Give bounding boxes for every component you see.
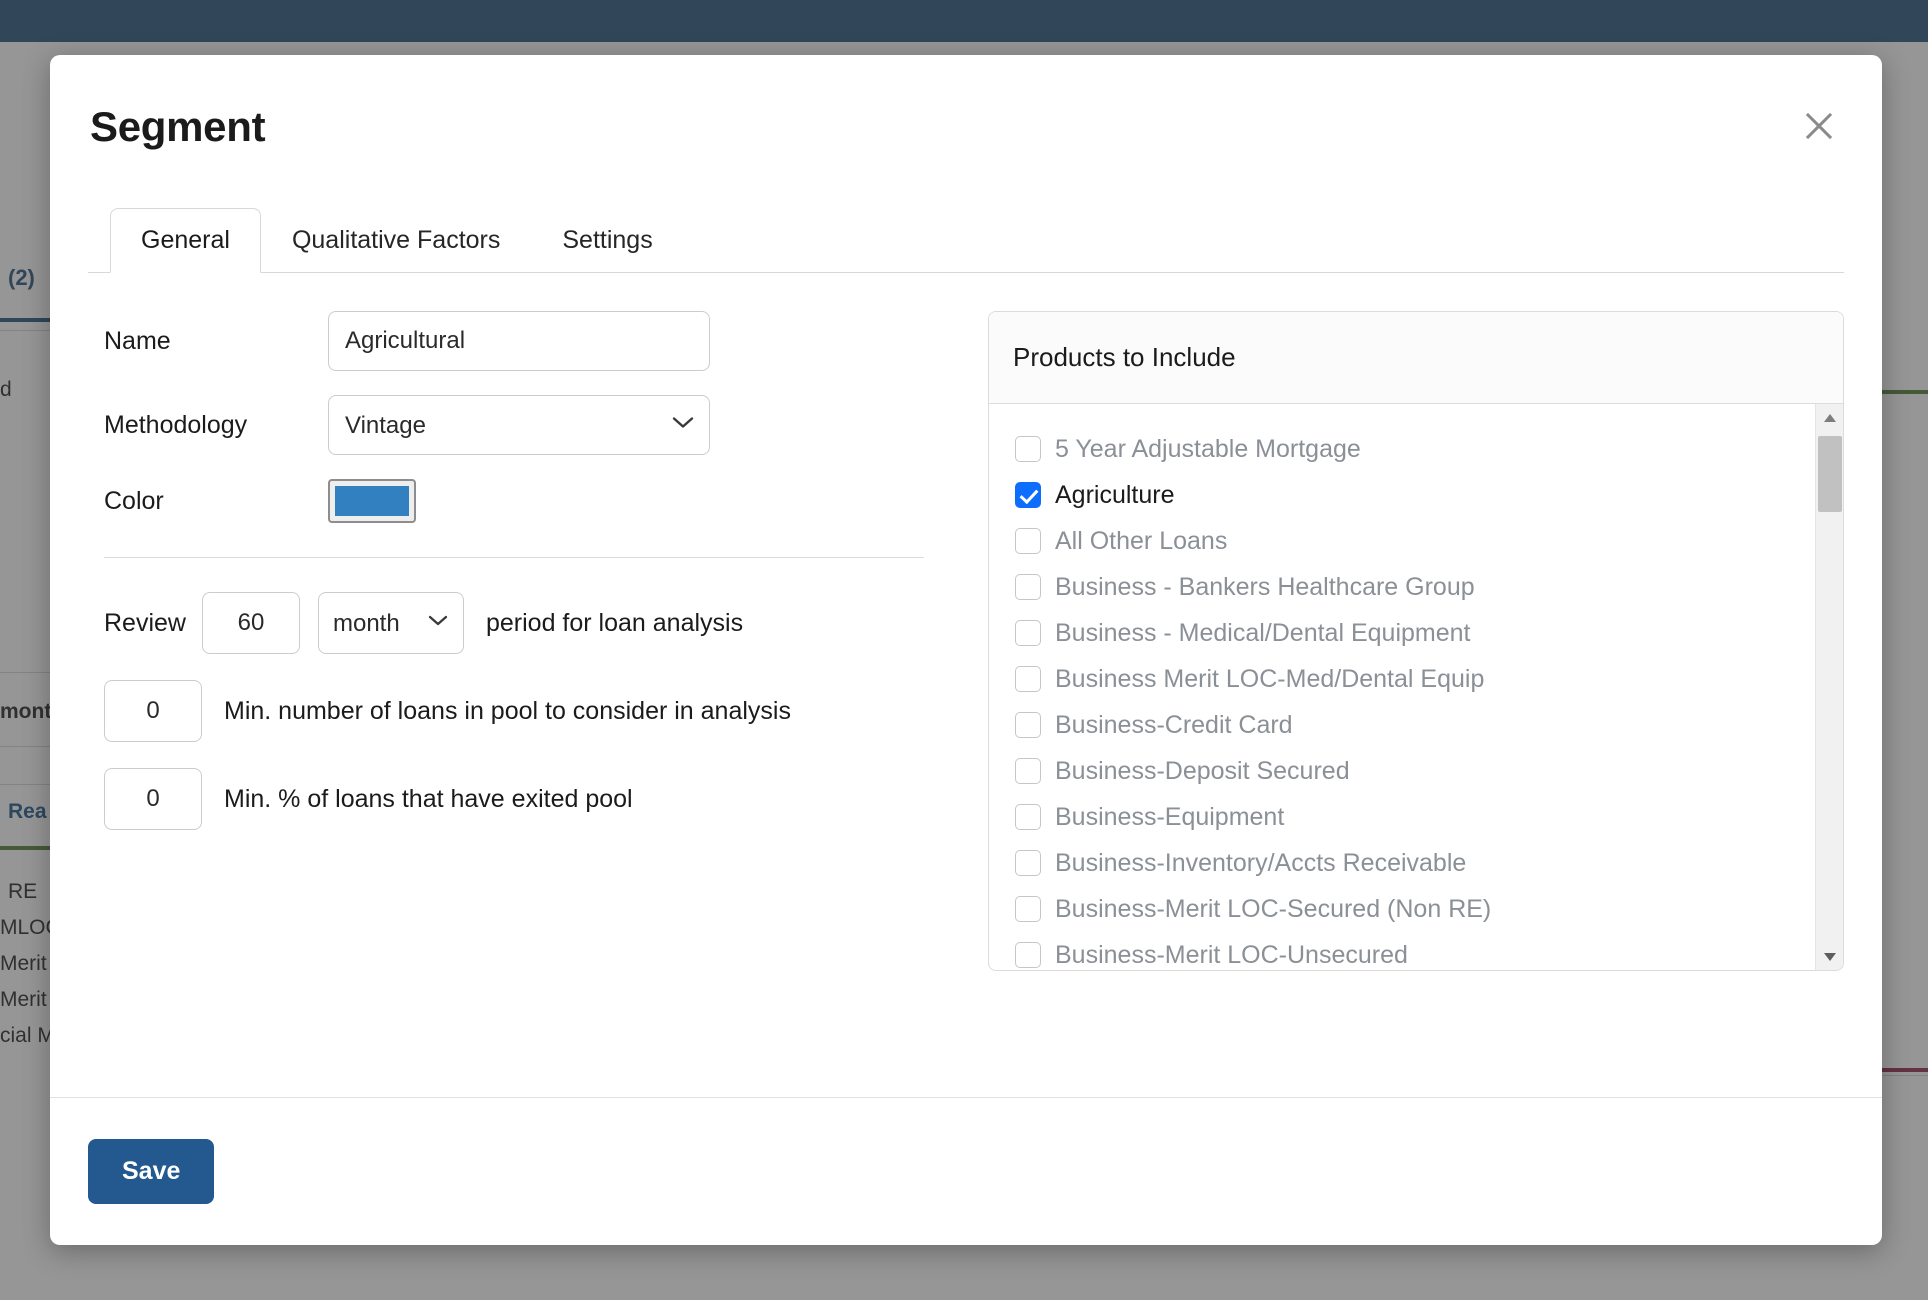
product-checkbox[interactable] bbox=[1015, 482, 1041, 508]
tab-settings[interactable]: Settings bbox=[531, 208, 683, 273]
product-label: Business - Medical/Dental Equipment bbox=[1055, 619, 1470, 648]
product-label: Business-Equipment bbox=[1055, 803, 1284, 832]
methodology-select[interactable]: Vintage bbox=[328, 395, 710, 455]
color-row: Color bbox=[88, 479, 908, 523]
modal-tabs-bar: GeneralQualitative FactorsSettings bbox=[88, 195, 1844, 273]
color-swatch-fill bbox=[335, 486, 409, 516]
product-list-item[interactable]: Business-Credit Card bbox=[1015, 702, 1843, 748]
general-form: Name Methodology Vintage Color bbox=[88, 311, 908, 856]
product-label: 5 Year Adjustable Mortgage bbox=[1055, 435, 1361, 464]
min-loans-label: Min. number of loans in pool to consider… bbox=[224, 697, 791, 726]
product-label: Business Merit LOC-Med/Dental Equip bbox=[1055, 665, 1484, 694]
close-icon-glyph bbox=[1804, 111, 1834, 141]
segment-modal: Segment GeneralQualitative FactorsSettin… bbox=[50, 55, 1882, 1245]
product-list-item[interactable]: All Other Loans bbox=[1015, 518, 1843, 564]
product-checkbox[interactable] bbox=[1015, 666, 1041, 692]
products-list-scrollbar[interactable] bbox=[1815, 404, 1843, 971]
product-checkbox[interactable] bbox=[1015, 436, 1041, 462]
modal-footer: Save bbox=[50, 1097, 1882, 1245]
caret-up-icon-glyph bbox=[1823, 413, 1837, 423]
tab-qualitative-factors[interactable]: Qualitative Factors bbox=[261, 208, 531, 273]
form-divider bbox=[104, 557, 924, 558]
products-panel-header: Products to Include bbox=[989, 312, 1843, 404]
product-checkbox[interactable] bbox=[1015, 528, 1041, 554]
product-label: Business-Credit Card bbox=[1055, 711, 1293, 740]
product-label: Agriculture bbox=[1055, 481, 1175, 510]
product-list-item[interactable]: Business-Merit LOC-Secured (Non RE) bbox=[1015, 886, 1843, 932]
modal-header: Segment bbox=[50, 55, 1882, 195]
min-exited-input[interactable] bbox=[104, 768, 202, 830]
review-suffix-label: period for loan analysis bbox=[486, 609, 743, 638]
close-icon[interactable] bbox=[1798, 105, 1840, 147]
product-checkbox[interactable] bbox=[1015, 896, 1041, 922]
review-label: Review bbox=[104, 609, 186, 638]
products-to-include-panel: Products to Include 5 Year Adjustable Mo… bbox=[988, 311, 1844, 971]
product-label: All Other Loans bbox=[1055, 527, 1227, 556]
min-exited-row: Min. % of loans that have exited pool bbox=[88, 768, 908, 830]
methodology-row: Methodology Vintage bbox=[88, 395, 908, 455]
product-checkbox[interactable] bbox=[1015, 620, 1041, 646]
product-list-item[interactable]: Business Merit LOC-Med/Dental Equip bbox=[1015, 656, 1843, 702]
modal-body: Name Methodology Vintage Color bbox=[50, 273, 1882, 1133]
min-exited-label: Min. % of loans that have exited pool bbox=[224, 785, 633, 814]
caret-down-icon[interactable] bbox=[1816, 943, 1844, 971]
product-list-item[interactable]: Business-Inventory/Accts Receivable bbox=[1015, 840, 1843, 886]
products-list-wrap: 5 Year Adjustable Mortgage Agriculture All… bbox=[989, 404, 1843, 971]
caret-up-icon[interactable] bbox=[1816, 404, 1844, 432]
product-label: Business-Inventory/Accts Receivable bbox=[1055, 849, 1466, 878]
product-checkbox[interactable] bbox=[1015, 850, 1041, 876]
scrollbar-thumb[interactable] bbox=[1818, 436, 1842, 512]
tab-general[interactable]: General bbox=[110, 208, 261, 273]
product-list-item[interactable]: Business-Merit LOC-Unsecured bbox=[1015, 932, 1843, 971]
name-label: Name bbox=[88, 327, 328, 356]
min-loans-input[interactable] bbox=[104, 680, 202, 742]
product-list-item[interactable]: Agriculture bbox=[1015, 472, 1843, 518]
product-checkbox[interactable] bbox=[1015, 942, 1041, 968]
products-list: 5 Year Adjustable Mortgage Agriculture All… bbox=[989, 404, 1843, 971]
caret-down-icon-glyph bbox=[1823, 952, 1837, 962]
product-label: Business-Deposit Secured bbox=[1055, 757, 1350, 786]
methodology-select-wrap: Vintage bbox=[328, 395, 710, 455]
min-loans-row: Min. number of loans in pool to consider… bbox=[88, 680, 908, 742]
product-list-item[interactable]: Business - Bankers Healthcare Group bbox=[1015, 564, 1843, 610]
product-list-item[interactable]: Business-Equipment bbox=[1015, 794, 1843, 840]
name-input[interactable] bbox=[328, 311, 710, 371]
review-unit-select[interactable]: month bbox=[318, 592, 464, 654]
methodology-label: Methodology bbox=[88, 411, 328, 440]
save-button[interactable]: Save bbox=[88, 1139, 214, 1204]
review-unit-select-wrap: month bbox=[318, 592, 464, 654]
product-label: Business - Bankers Healthcare Group bbox=[1055, 573, 1475, 602]
product-checkbox[interactable] bbox=[1015, 712, 1041, 738]
color-picker-button[interactable] bbox=[328, 479, 416, 523]
product-list-item[interactable]: 5 Year Adjustable Mortgage bbox=[1015, 426, 1843, 472]
product-checkbox[interactable] bbox=[1015, 804, 1041, 830]
product-label: Business-Merit LOC-Unsecured bbox=[1055, 941, 1408, 970]
color-label: Color bbox=[88, 487, 328, 516]
name-row: Name bbox=[88, 311, 908, 371]
product-list-item[interactable]: Business - Medical/Dental Equipment bbox=[1015, 610, 1843, 656]
page-title: Segment bbox=[90, 103, 265, 151]
product-checkbox[interactable] bbox=[1015, 574, 1041, 600]
product-label: Business-Merit LOC-Secured (Non RE) bbox=[1055, 895, 1491, 924]
review-period-row: Review month period for loan analysis bbox=[88, 592, 908, 654]
product-checkbox[interactable] bbox=[1015, 758, 1041, 784]
modal-tabs: GeneralQualitative FactorsSettings bbox=[110, 208, 684, 273]
product-list-item[interactable]: Business-Deposit Secured bbox=[1015, 748, 1843, 794]
review-period-input[interactable] bbox=[202, 592, 300, 654]
